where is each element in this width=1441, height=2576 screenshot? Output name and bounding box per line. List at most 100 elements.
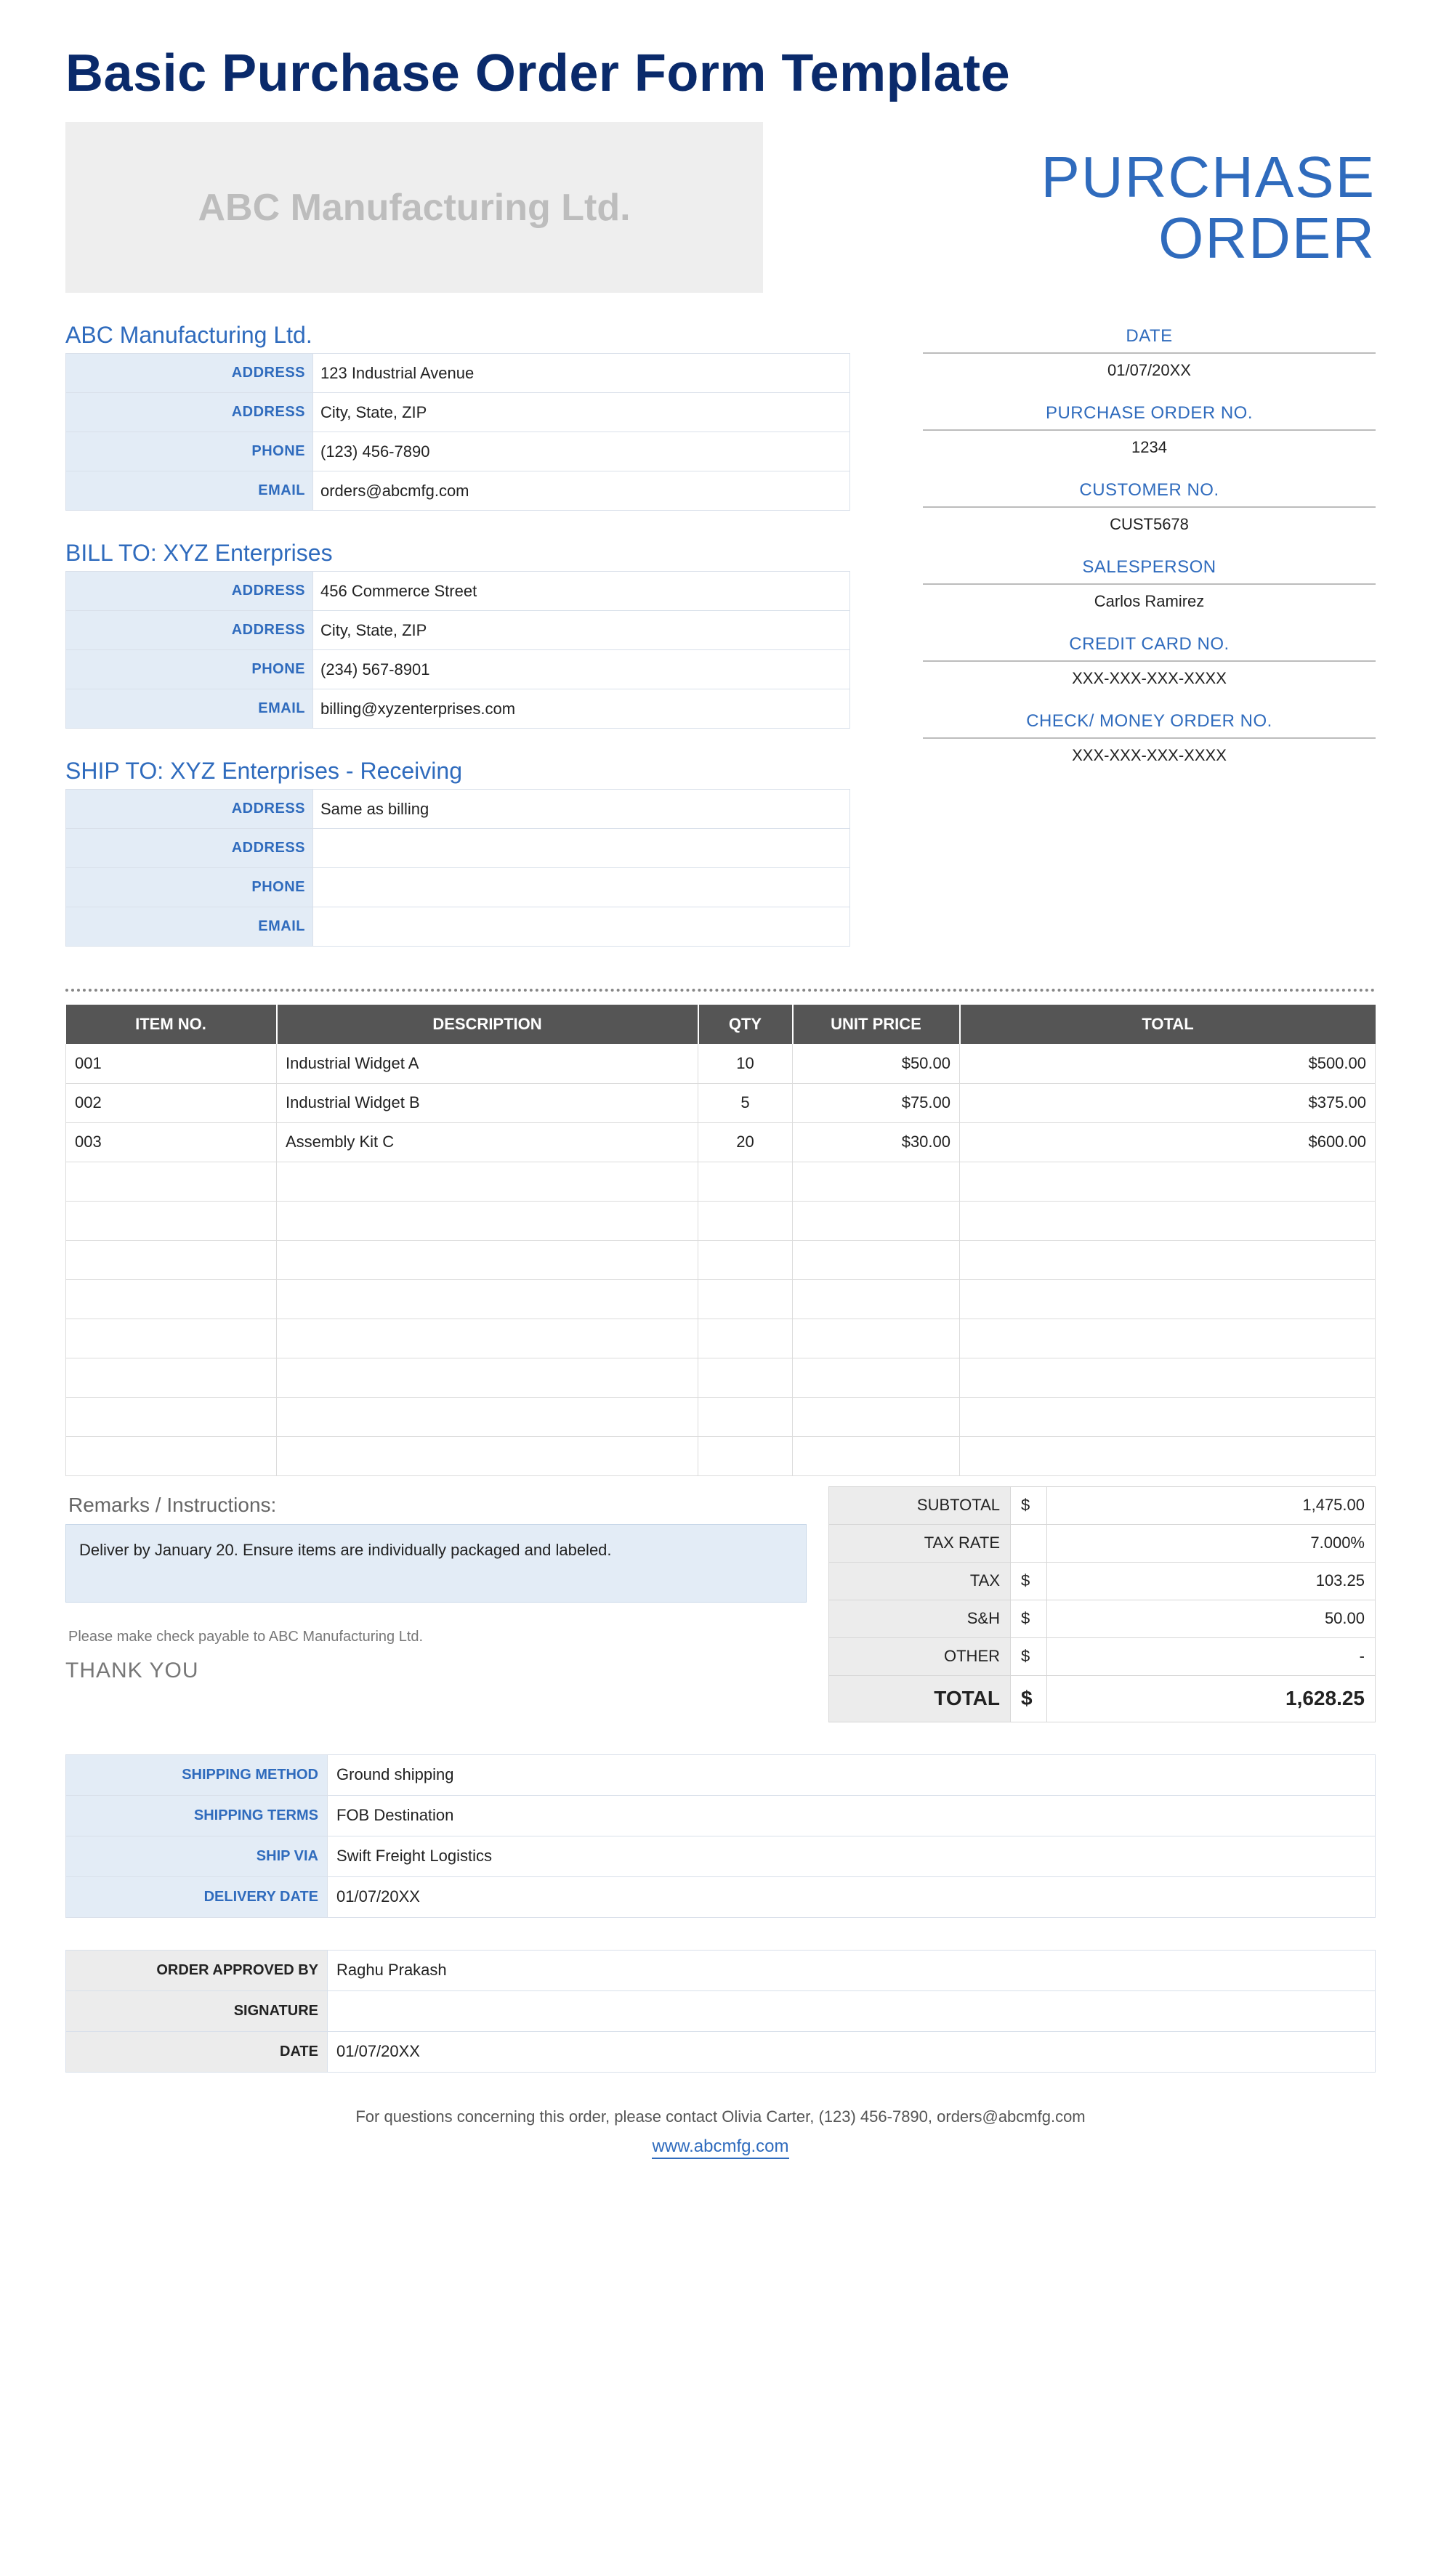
items-header-total: TOTAL xyxy=(960,1005,1376,1044)
meta-value[interactable]: 01/07/20XX xyxy=(923,354,1376,383)
field-label: DATE xyxy=(66,2031,328,2072)
field-value[interactable]: Ground shipping xyxy=(328,1754,1376,1795)
empty-cell[interactable] xyxy=(960,1436,1376,1475)
empty-cell[interactable] xyxy=(960,1162,1376,1201)
field-value[interactable]: Same as billing xyxy=(313,790,850,829)
cell-qty[interactable]: 20 xyxy=(698,1122,793,1162)
empty-cell[interactable] xyxy=(960,1397,1376,1436)
field-value[interactable]: (123) 456-7890 xyxy=(313,432,850,471)
field-value[interactable] xyxy=(313,868,850,907)
empty-cell[interactable] xyxy=(793,1240,960,1279)
empty-cell[interactable] xyxy=(793,1279,960,1319)
thank-you: THANK YOU xyxy=(65,1658,807,1683)
grand-total-value: 1,628.25 xyxy=(1047,1675,1376,1722)
empty-cell[interactable] xyxy=(277,1397,698,1436)
field-value[interactable] xyxy=(313,907,850,947)
cell-unit_price[interactable]: $30.00 xyxy=(793,1122,960,1162)
field-label: DELIVERY DATE xyxy=(66,1876,328,1917)
field-label: ADDRESS xyxy=(66,354,313,393)
field-value[interactable] xyxy=(328,1990,1376,2031)
empty-cell[interactable] xyxy=(66,1162,277,1201)
field-value[interactable]: City, State, ZIP xyxy=(313,611,850,650)
empty-cell[interactable] xyxy=(960,1240,1376,1279)
cell-item_no[interactable]: 003 xyxy=(66,1122,277,1162)
empty-cell[interactable] xyxy=(277,1436,698,1475)
grand-total-currency: $ xyxy=(1011,1675,1047,1722)
empty-cell[interactable] xyxy=(277,1279,698,1319)
empty-cell[interactable] xyxy=(698,1279,793,1319)
empty-cell[interactable] xyxy=(277,1201,698,1240)
empty-cell[interactable] xyxy=(960,1279,1376,1319)
cell-item_no[interactable]: 001 xyxy=(66,1044,277,1083)
empty-cell[interactable] xyxy=(277,1240,698,1279)
empty-cell[interactable] xyxy=(793,1436,960,1475)
footer-website-link[interactable]: www.abcmfg.com xyxy=(652,2136,788,2159)
ship-to-table: ADDRESSSame as billingADDRESSPHONEEMAIL xyxy=(65,789,850,947)
meta-field: CREDIT CARD NO.XXX-XXX-XXX-XXXX xyxy=(923,630,1376,691)
empty-cell[interactable] xyxy=(277,1358,698,1397)
empty-cell[interactable] xyxy=(66,1201,277,1240)
cell-description[interactable]: Industrial Widget B xyxy=(277,1083,698,1122)
cell-unit_price[interactable]: $50.00 xyxy=(793,1044,960,1083)
cell-qty[interactable]: 5 xyxy=(698,1083,793,1122)
meta-value[interactable]: XXX-XXX-XXX-XXXX xyxy=(923,739,1376,768)
empty-cell[interactable] xyxy=(698,1201,793,1240)
field-value[interactable]: Raghu Prakash xyxy=(328,1950,1376,1990)
empty-cell[interactable] xyxy=(698,1397,793,1436)
empty-cell[interactable] xyxy=(66,1319,277,1358)
field-value[interactable]: Swift Freight Logistics xyxy=(328,1836,1376,1876)
empty-cell[interactable] xyxy=(960,1358,1376,1397)
company-table: ADDRESS123 Industrial AvenueADDRESSCity,… xyxy=(65,353,850,511)
empty-cell[interactable] xyxy=(793,1397,960,1436)
field-value[interactable]: 01/07/20XX xyxy=(328,2031,1376,2072)
meta-value[interactable]: Carlos Ramirez xyxy=(923,585,1376,614)
field-value[interactable]: 123 Industrial Avenue xyxy=(313,354,850,393)
empty-cell[interactable] xyxy=(793,1358,960,1397)
cell-description[interactable]: Assembly Kit C xyxy=(277,1122,698,1162)
field-value[interactable]: 456 Commerce Street xyxy=(313,572,850,611)
empty-cell[interactable] xyxy=(960,1201,1376,1240)
field-value[interactable]: (234) 567-8901 xyxy=(313,650,850,689)
company-address-block: ABC Manufacturing Ltd. ADDRESS123 Indust… xyxy=(65,322,850,511)
remarks-body[interactable]: Deliver by January 20. Ensure items are … xyxy=(65,1524,807,1603)
empty-cell[interactable] xyxy=(793,1201,960,1240)
cell-item_no[interactable]: 002 xyxy=(66,1083,277,1122)
field-value[interactable]: orders@abcmfg.com xyxy=(313,471,850,511)
empty-cell[interactable] xyxy=(277,1162,698,1201)
totals-currency: $ xyxy=(1011,1486,1047,1524)
table-row: 001Industrial Widget A10$50.00$500.00 xyxy=(66,1044,1376,1083)
empty-cell[interactable] xyxy=(66,1436,277,1475)
meta-label: CUSTOMER NO. xyxy=(923,476,1376,508)
empty-cell[interactable] xyxy=(66,1397,277,1436)
field-value[interactable] xyxy=(313,829,850,868)
empty-cell[interactable] xyxy=(66,1358,277,1397)
empty-cell[interactable] xyxy=(960,1319,1376,1358)
cell-qty[interactable]: 10 xyxy=(698,1044,793,1083)
empty-cell[interactable] xyxy=(698,1358,793,1397)
cell-description[interactable]: Industrial Widget A xyxy=(277,1044,698,1083)
empty-cell[interactable] xyxy=(793,1162,960,1201)
meta-label: PURCHASE ORDER NO. xyxy=(923,399,1376,431)
po-title-line2: ORDER xyxy=(1158,208,1376,269)
empty-cell[interactable] xyxy=(277,1319,698,1358)
empty-cell[interactable] xyxy=(793,1319,960,1358)
empty-cell[interactable] xyxy=(698,1240,793,1279)
field-value[interactable]: City, State, ZIP xyxy=(313,393,850,432)
meta-value[interactable]: CUST5678 xyxy=(923,508,1376,537)
cell-total[interactable]: $600.00 xyxy=(960,1122,1376,1162)
field-value[interactable]: billing@xyzenterprises.com xyxy=(313,689,850,729)
field-value[interactable]: 01/07/20XX xyxy=(328,1876,1376,1917)
empty-cell[interactable] xyxy=(698,1319,793,1358)
cell-unit_price[interactable]: $75.00 xyxy=(793,1083,960,1122)
empty-cell[interactable] xyxy=(698,1162,793,1201)
cell-total[interactable]: $500.00 xyxy=(960,1044,1376,1083)
empty-cell[interactable] xyxy=(66,1240,277,1279)
empty-cell[interactable] xyxy=(698,1436,793,1475)
items-header-qty: QTY xyxy=(698,1005,793,1044)
field-value[interactable]: FOB Destination xyxy=(328,1795,1376,1836)
logo-text: ABC Manufacturing Ltd. xyxy=(198,186,630,230)
empty-cell[interactable] xyxy=(66,1279,277,1319)
meta-value[interactable]: 1234 xyxy=(923,431,1376,460)
meta-value[interactable]: XXX-XXX-XXX-XXXX xyxy=(923,662,1376,691)
cell-total[interactable]: $375.00 xyxy=(960,1083,1376,1122)
